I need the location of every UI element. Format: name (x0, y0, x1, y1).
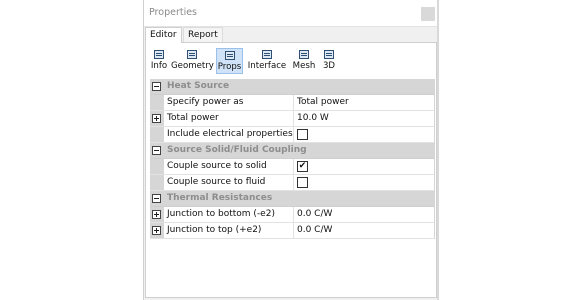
property-name: Total power (167, 113, 219, 123)
property-value[interactable]: 0.0 C/W (297, 225, 332, 235)
toolbar-3d-label: 3D (322, 61, 336, 71)
column-divider[interactable] (293, 159, 294, 174)
toolbar-info-button[interactable]: Info (150, 48, 168, 74)
section-label: Heat Source (167, 81, 230, 91)
view-toolbar: Info Geometry Props Interface Mesh 3D (150, 48, 436, 74)
include-electrical-checkbox[interactable] (297, 129, 308, 140)
row-gutter (150, 159, 164, 174)
column-divider[interactable] (293, 95, 294, 110)
grid-icon (187, 50, 197, 59)
property-row[interactable]: Junction to top (+e2) 0.0 C/W (150, 223, 434, 239)
property-row[interactable]: Specify power as Total power (150, 95, 434, 111)
column-divider[interactable] (293, 127, 294, 142)
property-name: Specify power as (167, 97, 244, 107)
tab-editor[interactable]: Editor (145, 27, 182, 43)
tab-strip: Editor Report (145, 27, 438, 43)
grid-icon (324, 50, 334, 59)
property-value[interactable]: Total power (297, 97, 349, 107)
property-value[interactable]: 0.0 C/W (297, 209, 332, 219)
property-row[interactable]: Couple source to fluid (150, 175, 434, 191)
grid-icon (154, 50, 164, 59)
section-heat-source[interactable]: Heat Source (150, 79, 434, 95)
property-name: Couple source to solid (167, 161, 267, 171)
toolbar-3d-button[interactable]: 3D (320, 48, 338, 74)
toolbar-mesh-label: Mesh (292, 61, 316, 71)
grid-icon (299, 50, 309, 59)
toolbar-props-label: Props (217, 62, 242, 72)
editor-tab-body: Info Geometry Props Interface Mesh 3D He… (145, 42, 437, 298)
expand-icon[interactable] (152, 210, 161, 219)
toolbar-mesh-button[interactable]: Mesh (291, 48, 317, 74)
row-gutter (150, 207, 164, 222)
property-name: Couple source to fluid (167, 177, 266, 187)
column-divider[interactable] (293, 223, 294, 238)
row-gutter (150, 79, 164, 94)
expand-icon[interactable] (152, 226, 161, 235)
section-thermal-resistances[interactable]: Thermal Resistances (150, 191, 434, 207)
grid-icon (224, 51, 235, 60)
toolbar-props-button[interactable]: Props (216, 48, 243, 74)
row-gutter (150, 175, 164, 190)
property-grid: Heat Source Specify power as Total power… (150, 79, 435, 239)
section-solid-fluid-coupling[interactable]: Source Solid/Fluid Coupling (150, 143, 434, 159)
property-value[interactable]: 10.0 W (297, 113, 329, 123)
section-label: Source Solid/Fluid Coupling (167, 145, 307, 155)
property-row[interactable]: Total power 10.0 W (150, 111, 434, 127)
close-icon[interactable] (421, 7, 435, 21)
toolbar-geometry-button[interactable]: Geometry (171, 48, 214, 74)
expand-icon[interactable] (152, 114, 161, 123)
collapse-icon[interactable] (152, 146, 161, 155)
property-row[interactable]: Include electrical properties (150, 127, 434, 143)
collapse-icon[interactable] (152, 82, 161, 91)
property-row[interactable]: Junction to bottom (-e2) 0.0 C/W (150, 207, 434, 223)
grid-icon (262, 50, 272, 59)
row-gutter (150, 143, 164, 158)
row-gutter (150, 111, 164, 126)
row-gutter (150, 95, 164, 110)
properties-panel: Properties Editor Report Info Geometry P… (143, 0, 439, 300)
row-gutter (150, 191, 164, 206)
title-bar: Properties (144, 0, 438, 27)
property-name: Junction to bottom (-e2) (167, 209, 275, 219)
toolbar-geometry-label: Geometry (171, 61, 214, 71)
couple-fluid-checkbox[interactable] (297, 177, 308, 188)
column-divider[interactable] (293, 111, 294, 126)
window-edge (437, 0, 439, 300)
section-label: Thermal Resistances (167, 193, 273, 203)
property-row[interactable]: Couple source to solid ✔ (150, 159, 434, 175)
property-name: Include electrical properties (167, 129, 293, 139)
toolbar-interface-button[interactable]: Interface (246, 48, 288, 74)
row-gutter (150, 127, 164, 142)
toolbar-info-label: Info (150, 61, 168, 71)
row-gutter (150, 223, 164, 238)
property-name: Junction to top (+e2) (167, 225, 262, 235)
column-divider[interactable] (293, 175, 294, 190)
collapse-icon[interactable] (152, 194, 161, 203)
toolbar-interface-label: Interface (247, 61, 287, 71)
couple-solid-checkbox[interactable]: ✔ (297, 161, 308, 172)
window-title: Properties (149, 7, 198, 18)
tab-report[interactable]: Report (183, 27, 223, 42)
column-divider[interactable] (293, 207, 294, 222)
